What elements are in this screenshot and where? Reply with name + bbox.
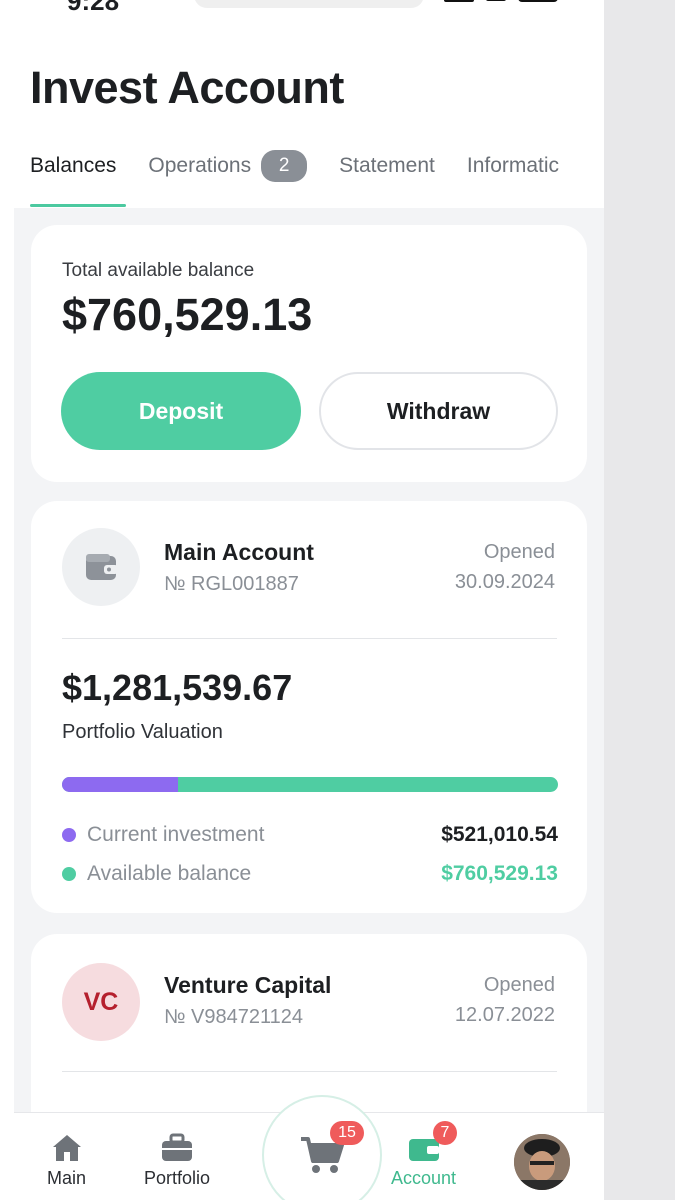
tab-balances[interactable]: Balances (30, 154, 116, 178)
legend-row-investment: Current investment $521,010.54 (62, 823, 558, 847)
available-dot (62, 867, 76, 881)
home-icon (52, 1135, 81, 1161)
dynamic-island (194, 0, 424, 8)
tab-bar: Balances Operations 2 Statement Informat… (30, 150, 591, 182)
account-name: Main Account (164, 539, 314, 565)
deposit-button[interactable]: Deposit (61, 372, 301, 450)
account-name: Venture Capital (164, 972, 332, 998)
opened-label: Opened (483, 974, 555, 996)
nav-label: Portfolio (144, 1168, 211, 1188)
status-icons (444, 0, 558, 2)
active-tab-indicator (30, 204, 126, 207)
operations-count-badge: 2 (261, 150, 308, 182)
balance-label: Total available balance (62, 260, 255, 281)
withdraw-button[interactable]: Withdraw (319, 372, 558, 450)
opened-date: 30.09.2024 (454, 571, 555, 593)
nav-main[interactable]: Main (47, 1133, 86, 1189)
nav-label: Account (391, 1168, 457, 1188)
phone-screen: 9:28 Invest Account Balances Operations … (14, 0, 604, 1200)
tab-label: Informatic (466, 154, 560, 177)
investment-dot (62, 828, 76, 842)
tab-information[interactable]: Informatic (467, 154, 559, 178)
wifi-icon (486, 0, 506, 1)
nav-portfolio[interactable]: Portfolio (144, 1133, 210, 1189)
legend-label: Available balance (87, 862, 252, 885)
battery-icon (518, 0, 558, 2)
account-number: № RGL001887 (164, 573, 299, 595)
main-account-card[interactable]: Main Account № RGL001887 Opened 30.09.20… (31, 501, 587, 913)
avatar-image (514, 1134, 570, 1190)
legend-row-available: Available balance $760,529.13 (62, 862, 558, 886)
background-strip-left (0, 0, 14, 1200)
nav-account[interactable]: Account 7 (391, 1121, 457, 1189)
divider (62, 638, 557, 639)
legend-value: $521,010.54 (441, 823, 558, 846)
background-strip-right (604, 0, 675, 1200)
briefcase-icon (162, 1133, 193, 1161)
opened-date: 12.07.2022 (454, 1004, 555, 1026)
investment-share-fill (62, 777, 179, 792)
tab-label: Statement (339, 154, 435, 177)
allocation-bar (62, 777, 558, 792)
tab-statement[interactable]: Statement (339, 154, 435, 178)
tab-operations[interactable]: Operations 2 (148, 150, 308, 182)
header: 9:28 Invest Account Balances Operations … (14, 0, 604, 208)
tab-label: Operations (148, 154, 252, 177)
wallet-icon (62, 528, 140, 606)
profile-avatar[interactable] (514, 1134, 570, 1190)
balance-value: $760,529.13 (62, 289, 313, 340)
account-badge: 7 (433, 1121, 457, 1145)
portfolio-valuation-value: $1,281,539.67 (62, 667, 293, 708)
legend-label: Current investment (87, 823, 265, 846)
opened-label: Opened (483, 541, 555, 563)
account-number: № V984721124 (164, 1006, 303, 1028)
nav-label: Main (47, 1168, 87, 1188)
signal-icon (444, 0, 474, 2)
tab-label: Balances (30, 154, 117, 177)
legend-value: $760,529.13 (441, 862, 558, 885)
status-time: 9:28 (67, 0, 120, 16)
portfolio-valuation-label: Portfolio Valuation (62, 721, 223, 743)
cart-badge: 15 (330, 1121, 364, 1145)
balance-card: Total available balance $760,529.13 Depo… (31, 225, 587, 482)
vc-avatar: VC (62, 963, 140, 1041)
divider (62, 1071, 557, 1072)
page-title: Invest Account (30, 62, 344, 113)
